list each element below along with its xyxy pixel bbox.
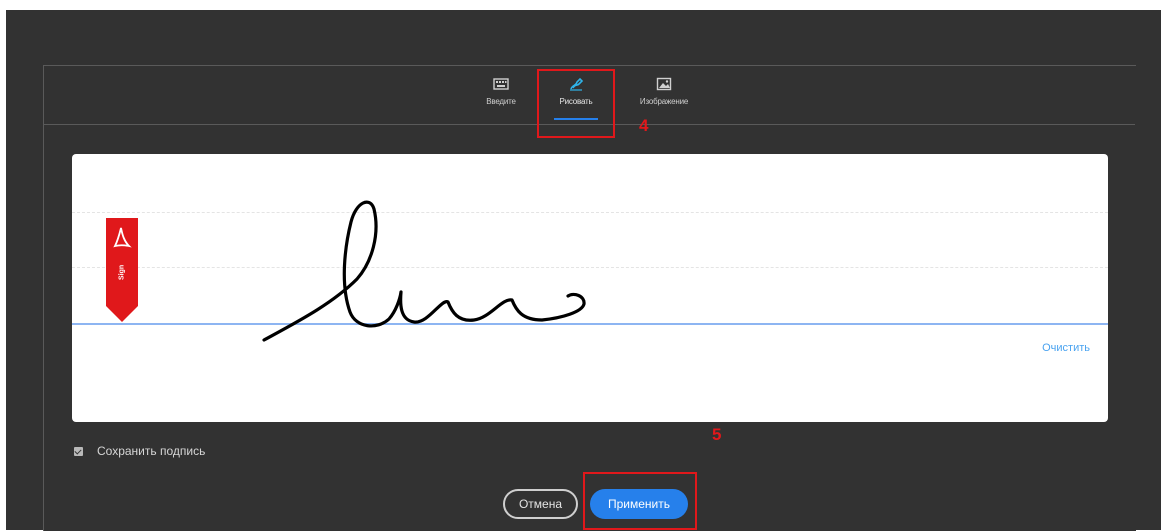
sign-flag-label: Sign bbox=[118, 264, 126, 280]
annotation-number-4: 4 bbox=[639, 116, 649, 135]
clear-button[interactable]: Очистить bbox=[1042, 342, 1090, 354]
annotation-number-5: 5 bbox=[712, 425, 722, 444]
tab-type[interactable]: Введите bbox=[482, 74, 520, 120]
tab-type-label: Введите bbox=[486, 97, 516, 106]
annotation-box-step-4 bbox=[537, 69, 615, 138]
cancel-button[interactable]: Отмена bbox=[503, 489, 578, 519]
image-icon bbox=[656, 77, 672, 91]
signature-canvas[interactable]: Sign Очистить bbox=[72, 154, 1108, 422]
tab-image[interactable]: Изображение bbox=[628, 74, 700, 120]
save-signature-label: Сохранить подпись bbox=[97, 444, 206, 458]
annotation-box-step-5 bbox=[583, 472, 697, 530]
tab-image-label: Изображение bbox=[639, 97, 689, 106]
save-signature-row[interactable]: Сохранить подпись bbox=[74, 444, 205, 458]
drawn-signature bbox=[262, 200, 586, 342]
keyboard-icon bbox=[493, 78, 509, 90]
save-signature-checkbox[interactable] bbox=[74, 446, 83, 456]
